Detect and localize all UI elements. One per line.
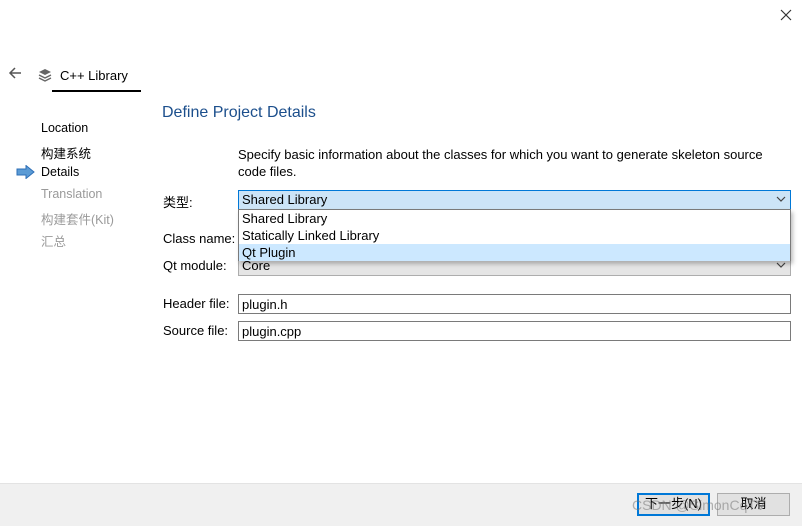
chevron-down-icon bbox=[776, 262, 786, 268]
step-build-system: 构建系统 bbox=[41, 147, 92, 161]
source-file-input[interactable] bbox=[238, 321, 791, 341]
description-text: Specify basic information about the clas… bbox=[238, 147, 763, 179]
back-arrow-icon bbox=[8, 67, 21, 79]
type-label: 类型: bbox=[163, 195, 193, 210]
library-icon bbox=[38, 69, 52, 82]
header-underline bbox=[52, 90, 141, 92]
wizard-title: C++ Library bbox=[60, 67, 128, 83]
watermark: CSDN @SimonCqTV bbox=[632, 497, 766, 513]
page-title: Define Project Details bbox=[162, 104, 316, 121]
current-step-arrow-icon bbox=[16, 164, 36, 182]
class-name-label: Class name: bbox=[163, 231, 236, 246]
type-value: Shared Library bbox=[242, 192, 328, 207]
wizard-header: C++ Library bbox=[38, 65, 128, 85]
close-icon bbox=[780, 9, 792, 21]
chevron-down-icon bbox=[776, 196, 786, 202]
type-combobox[interactable]: Shared Library bbox=[238, 190, 791, 210]
type-dropdown-list: Shared Library Statically Linked Library… bbox=[238, 209, 791, 261]
header-file-input[interactable] bbox=[238, 294, 791, 314]
source-file-label: Source file: bbox=[163, 323, 229, 338]
option-qt-plugin[interactable]: Qt Plugin bbox=[239, 244, 790, 261]
qt-module-label: Qt module: bbox=[163, 258, 227, 273]
step-details: Details bbox=[41, 165, 80, 179]
step-kit: 构建套件(Kit) bbox=[41, 213, 114, 227]
option-shared-library[interactable]: Shared Library bbox=[239, 210, 790, 227]
step-translation: Translation bbox=[41, 187, 103, 201]
step-location: Location bbox=[41, 121, 89, 135]
step-summary: 汇总 bbox=[41, 235, 67, 249]
back-button[interactable] bbox=[6, 63, 26, 83]
header-file-label: Header file: bbox=[163, 296, 230, 311]
option-static-library[interactable]: Statically Linked Library bbox=[239, 227, 790, 244]
close-button[interactable] bbox=[772, 4, 800, 26]
